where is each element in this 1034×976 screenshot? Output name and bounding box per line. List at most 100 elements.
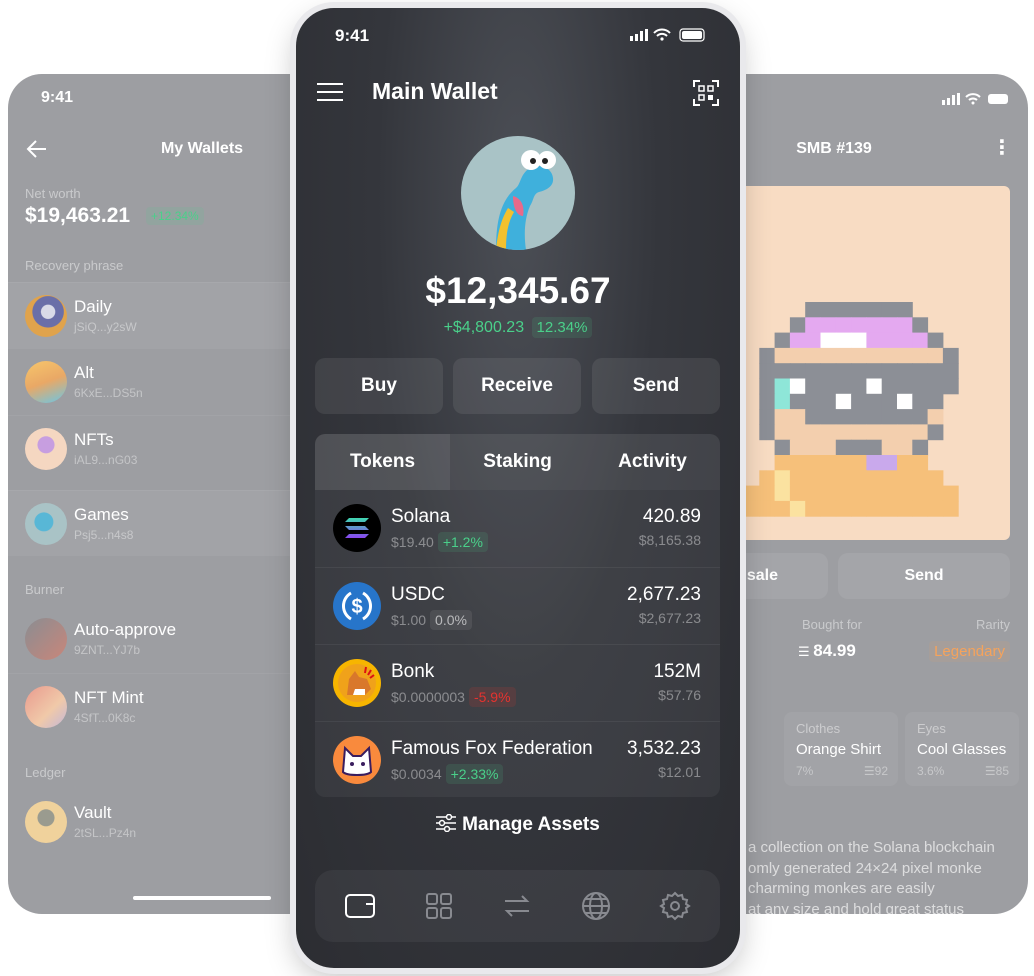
manage-assets-button[interactable]: Manage Assets [296,813,740,836]
nft-pixel [866,424,883,441]
token-row-bonk[interactable]: Bonk $0.0000003 -5.9% 152M $57.76 [315,644,720,721]
token-row-usdc[interactable]: $ USDC $1.00 0.0% 2,677.23 $2,677.23 [315,567,720,644]
nft-pixel [851,470,867,487]
globe-icon[interactable] [580,890,612,922]
nft-pixel [820,302,837,318]
nft-pixel [835,485,852,502]
receive-button[interactable]: Receive [453,358,581,414]
nft-pixel [835,378,852,395]
nft-pixel [835,439,852,456]
nft-pixel [912,409,929,425]
description-line: a collection on the Solana blockchain [748,839,995,856]
wallet-name: NFT Mint [74,688,144,707]
nft-pixel [881,317,898,334]
group-label: Recovery phrase [25,258,124,273]
bottom-nav [315,870,720,942]
nft-pixel [805,332,821,349]
nft-pixel [774,500,791,517]
description-line: charming monkes are easily [748,880,935,897]
nft-pixel [912,378,929,395]
wallet-avatar[interactable] [461,136,575,250]
nft-pixel [897,439,913,456]
qr-scan-icon[interactable] [693,80,719,106]
nft-pixel [789,363,806,379]
nft-pixel [881,332,898,349]
nft-pixel [744,500,760,517]
nft-pixel [912,363,929,379]
trait-card-eyes[interactable]: Eyes Cool Glasses 3.6% ☰85 [905,712,1019,786]
token-name: Bonk [391,661,435,682]
nft-pixel [774,347,791,364]
more-options-icon[interactable]: ⋮ [992,138,1012,158]
group-label: Ledger [25,765,66,780]
token-price-value: $0.0034 [391,766,442,782]
nft-pixel [866,317,883,334]
manage-assets-label: Manage Assets [462,814,600,835]
trait-key: Clothes [796,721,841,736]
assets-panel: Tokens Staking Activity Solana $19.40 +1.… [315,434,720,797]
nft-pixel [789,409,806,425]
token-row-solana[interactable]: Solana $19.40 +1.2% 420.89 $8,165.38 [315,490,720,567]
nft-pixel [759,347,776,364]
nft-pixel [912,439,929,456]
nft-pixel [835,500,852,517]
nft-pixel [912,455,929,471]
token-amount: 3,532.23 [627,738,701,759]
nft-pixel [942,363,959,379]
nft-pixel [942,485,959,502]
status-icons [942,93,1008,105]
nft-pixel [835,393,852,410]
token-change: 0.0% [430,610,472,630]
nft-pixel [789,455,806,471]
swap-icon[interactable] [501,890,533,922]
wallet-name: NFTs [74,430,114,449]
rarity-badge: Legendary [929,641,1010,662]
nft-pixel [820,455,837,471]
token-value: $8,165.38 [638,532,701,548]
trait-card-clothes[interactable]: Clothes Orange Shirt 7% ☰92 [784,712,898,786]
trait-floor: ☰92 [863,764,888,778]
svg-text:$: $ [351,596,362,618]
token-row-famous-fox-federation[interactable]: Famous Fox Federation $0.0034 +2.33% 3,53… [315,721,720,797]
nft-pixel [866,393,883,410]
nft-pixel [912,500,929,517]
grid-icon[interactable] [423,890,455,922]
trait-percent: 7% [796,764,814,778]
send-button[interactable]: Send [592,358,720,414]
nft-pixel [789,500,806,517]
nft-pixel [866,439,883,456]
nft-pixel [866,378,883,395]
nft-pixel [897,500,913,517]
send-nft-button[interactable]: Send [838,553,1010,599]
nft-pixel [820,347,837,364]
nft-pixel [866,470,883,487]
nft-pixel [927,347,944,364]
nft-pixel [897,302,913,318]
token-value: $57.76 [658,687,701,703]
nft-pixel [851,317,867,334]
nft-pixel [881,347,898,364]
tab-activity[interactable]: Activity [585,434,720,490]
wallet-avatar [25,295,67,337]
token-price-value: $19.40 [391,534,434,550]
nft-pixel [820,393,837,410]
net-worth-label: Net worth [25,186,81,201]
nft-pixel [927,363,944,379]
tab-staking[interactable]: Staking [450,434,585,490]
tab-tokens[interactable]: Tokens [315,434,450,490]
nft-pixel [927,409,944,425]
nft-pixel [820,363,837,379]
buy-button[interactable]: Buy [315,358,443,414]
token-value: $2,677.23 [638,610,701,626]
nft-pixel [851,302,867,318]
gear-icon[interactable] [659,890,691,922]
wallet-avatar [25,503,67,545]
wallet-avatar [25,801,67,843]
wallet-icon[interactable] [344,890,376,922]
nft-pixel [881,439,898,456]
menu-icon[interactable] [317,82,343,102]
nft-pixel [897,393,913,410]
nft-pixel [912,485,929,502]
nft-pixel [835,409,852,425]
balance-change: +$4,800.23 12.34% [296,317,740,338]
